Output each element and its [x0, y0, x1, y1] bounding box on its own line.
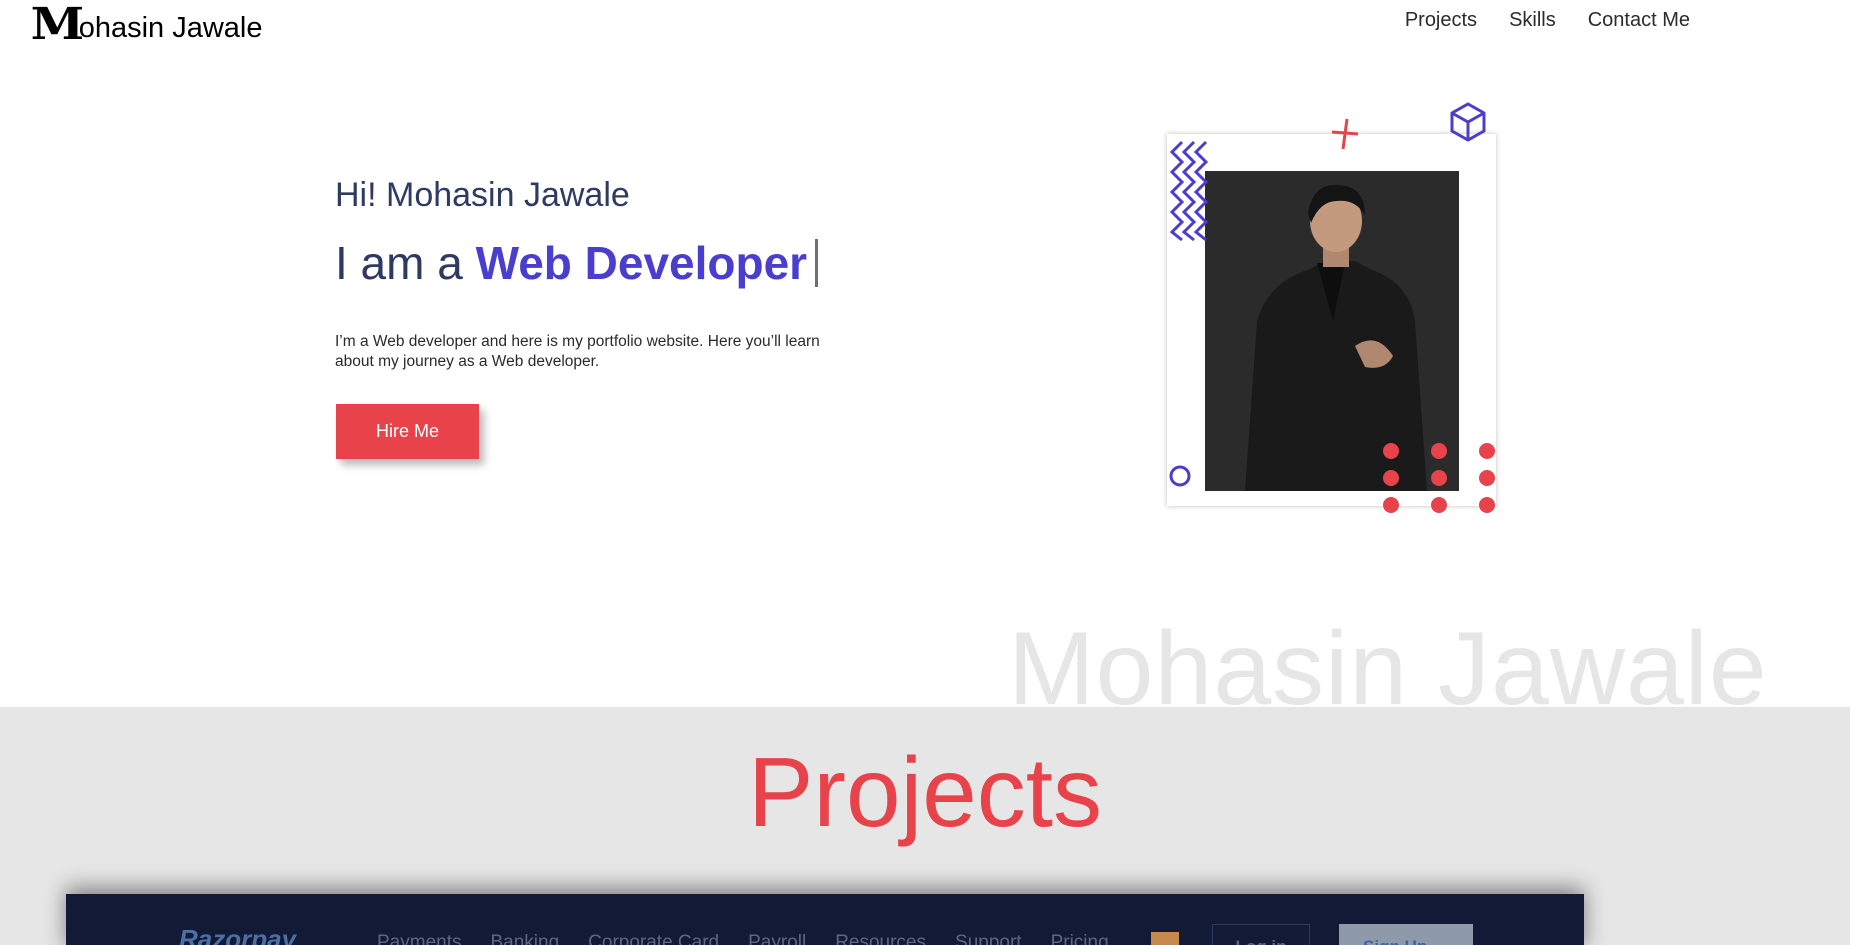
- circle-icon: [1169, 465, 1191, 487]
- projects-heading: Projects: [747, 737, 1102, 847]
- preview-signup-button: Sign Up →: [1339, 924, 1473, 945]
- logo-initial: M: [30, 0, 85, 50]
- flag-icon: [1151, 932, 1179, 945]
- hero-description: I’m a Web developer and here is my portf…: [335, 333, 820, 370]
- dot-grid-icon: [1383, 443, 1495, 513]
- preview-nav-item: Pricing: [1050, 932, 1109, 945]
- hero-greeting: Hi! Mohasin Jawale: [335, 176, 630, 214]
- cube-icon: [1450, 102, 1486, 142]
- project-preview-card[interactable]: Razorpay Payments Banking Corporate Card…: [66, 894, 1584, 945]
- zigzag-icon: [1169, 140, 1209, 242]
- project-preview-nav: Payments Banking Corporate Card Payroll …: [377, 932, 1109, 945]
- main-nav: Projects Skills Contact Me: [1405, 9, 1690, 32]
- plus-icon: [1331, 118, 1359, 150]
- hero-role-prefix: I am a: [335, 237, 463, 289]
- nav-projects[interactable]: Projects: [1405, 9, 1477, 32]
- project-preview-logo: Razorpay: [179, 924, 297, 945]
- hero-role-highlight: Web Developer: [475, 237, 808, 289]
- logo-text: ohasin Jawale: [78, 11, 263, 44]
- preview-nav-item: Corporate Card: [588, 932, 720, 945]
- arrow-right-icon: →: [1432, 937, 1449, 945]
- hire-me-button[interactable]: Hire Me: [336, 404, 479, 459]
- nav-skills[interactable]: Skills: [1509, 9, 1556, 32]
- site-header: M ohasin Jawale Projects Skills Contact …: [0, 0, 1850, 50]
- preview-nav-item: Resources: [835, 932, 927, 945]
- site-logo[interactable]: M ohasin Jawale: [30, 0, 263, 50]
- projects-section: Projects Razorpay Payments Banking Corpo…: [0, 707, 1850, 945]
- preview-nav-item: Payroll: [748, 932, 807, 945]
- preview-nav-item: Banking: [490, 932, 560, 945]
- preview-login-button: Log in: [1212, 924, 1310, 945]
- typing-caret: [815, 239, 819, 287]
- preview-nav-item: Payments: [377, 932, 462, 945]
- preview-signup-label: Sign Up: [1363, 937, 1427, 945]
- nav-contact-me[interactable]: Contact Me: [1588, 9, 1690, 32]
- hero-role: I am a Web Developer: [335, 236, 819, 290]
- preview-nav-item: Support: [955, 932, 1022, 945]
